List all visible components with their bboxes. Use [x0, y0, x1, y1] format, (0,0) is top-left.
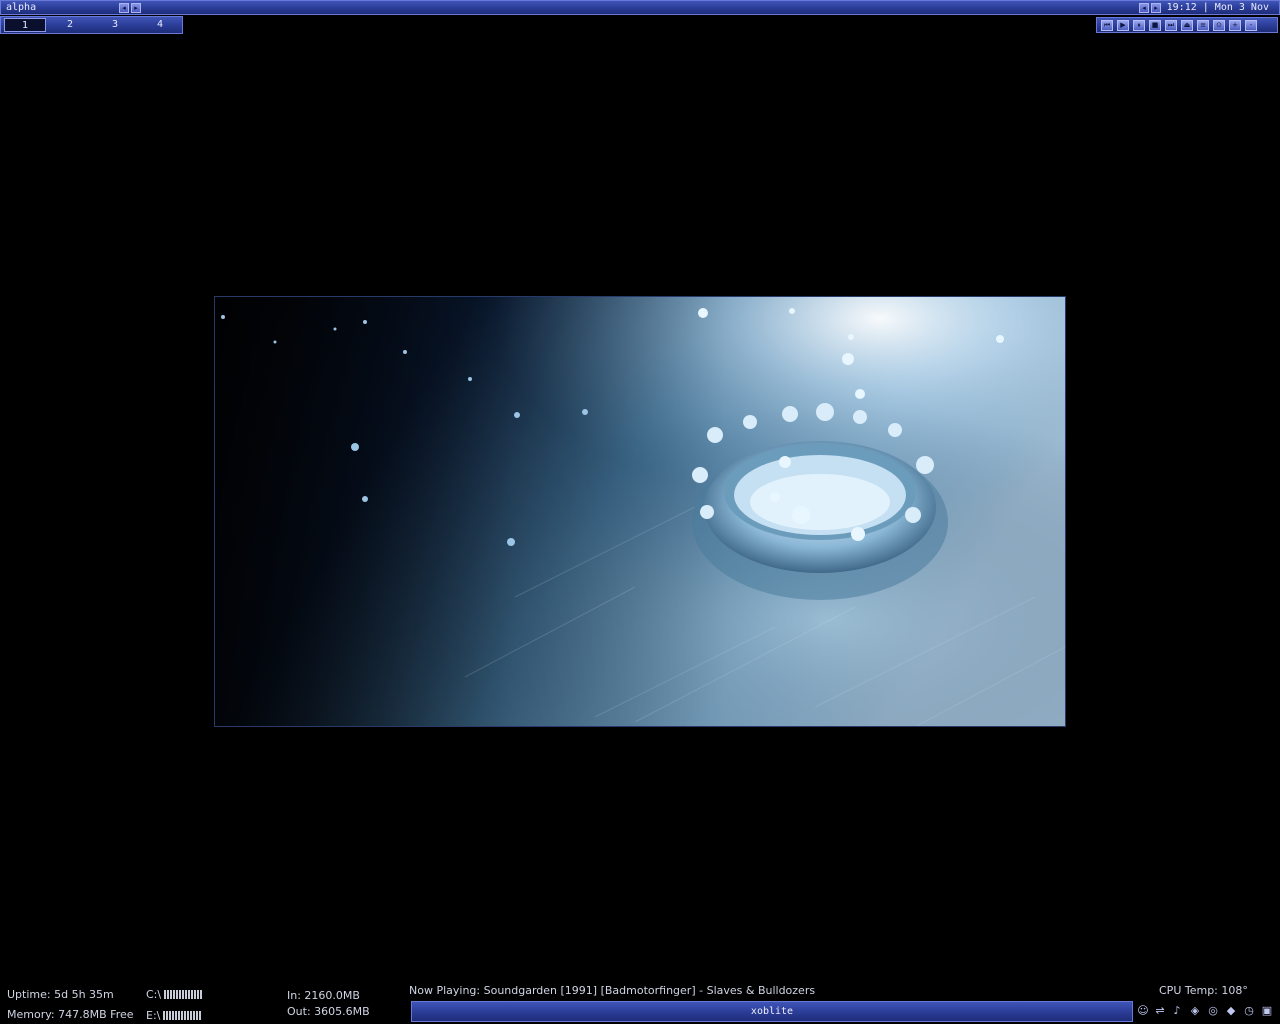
- network-in-label: In: 2160.0MB: [287, 989, 360, 1002]
- memory-label: Memory: 747.8MB Free: [7, 1008, 134, 1021]
- drive-c-bar: [164, 989, 203, 1002]
- drive-e-bar: [163, 1010, 202, 1023]
- clock-icon[interactable]: ◷: [1242, 1004, 1256, 1018]
- network-icon[interactable]: ⇌: [1153, 1004, 1167, 1018]
- wallpaper-image: [214, 296, 1066, 727]
- taskbar-button[interactable]: xoblite: [411, 1001, 1133, 1022]
- prev-workspace-button[interactable]: ◂: [1139, 3, 1149, 13]
- workspace-pager: 1 2 3 4: [0, 16, 183, 34]
- options-icon[interactable]: ⊙: [1213, 20, 1225, 31]
- clock: 19:12 | Mon 3 Nov: [1166, 2, 1269, 13]
- speaker-icon[interactable]: ♪: [1170, 1004, 1184, 1018]
- previous-icon[interactable]: ⏮: [1101, 20, 1113, 31]
- water-splash-image: [215, 297, 1065, 726]
- drive-e-label: E:\: [146, 1009, 161, 1022]
- app-icon[interactable]: ▣: [1260, 1004, 1274, 1018]
- shield-icon[interactable]: ◆: [1224, 1004, 1238, 1018]
- next-window-button[interactable]: ▸: [131, 3, 141, 13]
- cpu-temp-label: CPU Temp: 108°: [1159, 984, 1248, 997]
- drive-c-label: C:\: [146, 988, 162, 1001]
- play-icon[interactable]: ▶: [1117, 20, 1129, 31]
- network-out-label: Out: 3605.6MB: [287, 1005, 370, 1018]
- volume-up-icon[interactable]: +: [1229, 20, 1241, 31]
- uptime-label: Uptime: 5d 5h 35m: [7, 988, 114, 1001]
- prev-window-button[interactable]: ◂: [119, 3, 129, 13]
- system-tray: ☺ ⇌ ♪ ◈ ◎ ◆ ◷ ▣: [1136, 1002, 1278, 1021]
- next-icon[interactable]: ⏭: [1165, 20, 1177, 31]
- workspace-4[interactable]: 4: [139, 18, 181, 32]
- top-toolbar: alpha ◂ ▸ ◂ ▸ 19:12 | Mon 3 Nov: [0, 0, 1280, 15]
- eject-icon[interactable]: ⏏: [1181, 20, 1193, 31]
- user-icon[interactable]: ☺: [1136, 1004, 1150, 1018]
- next-workspace-button[interactable]: ▸: [1151, 3, 1161, 13]
- pause-icon[interactable]: ⏸: [1133, 20, 1145, 31]
- drive-c-meter: C:\: [146, 988, 203, 1002]
- drive-e-meter: E:\: [146, 1009, 202, 1023]
- workspace-1[interactable]: 1: [4, 18, 46, 32]
- globe-icon[interactable]: ◎: [1206, 1004, 1220, 1018]
- volume-down-icon[interactable]: -: [1245, 20, 1257, 31]
- window-title: alpha: [6, 2, 37, 13]
- satellite-icon[interactable]: ◈: [1188, 1004, 1202, 1018]
- workspace-3[interactable]: 3: [94, 18, 136, 32]
- workspace-2[interactable]: 2: [49, 18, 91, 32]
- now-playing-label: Now Playing: Soundgarden [1991] [Badmoto…: [409, 984, 816, 997]
- media-controls: ⏮ ▶ ⏸ ■ ⏭ ⏏ ≡ ⊙ + -: [1096, 17, 1278, 33]
- stop-icon[interactable]: ■: [1149, 20, 1161, 31]
- playlist-icon[interactable]: ≡: [1197, 20, 1209, 31]
